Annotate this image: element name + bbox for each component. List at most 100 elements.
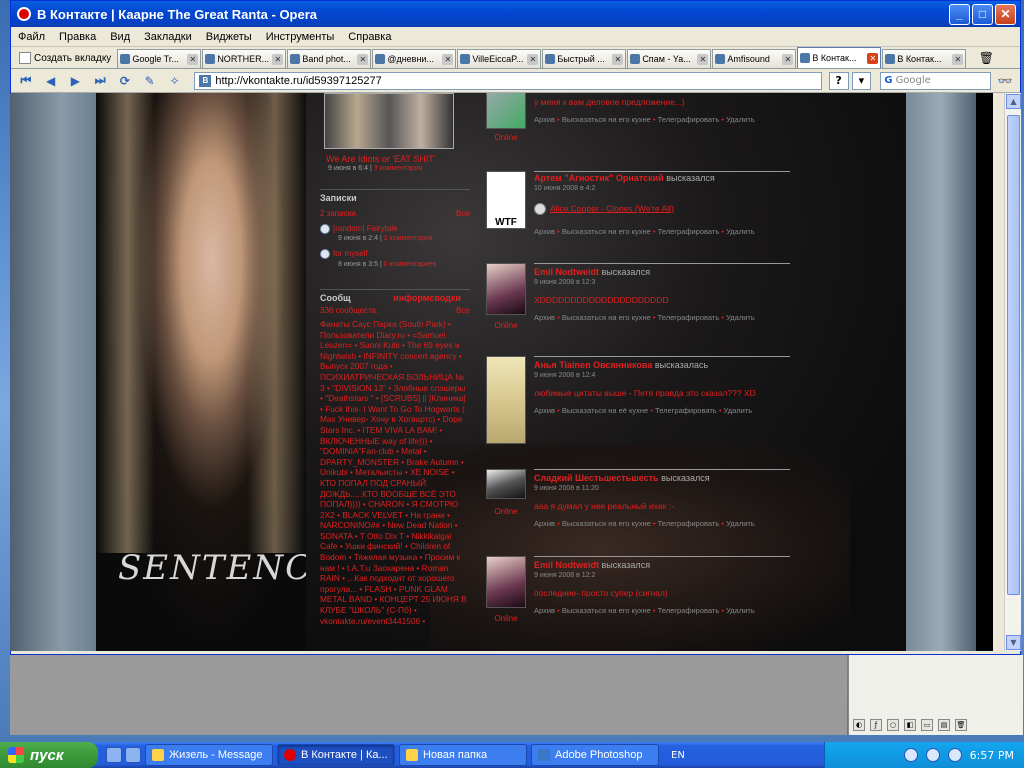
panel-icon[interactable]: ○ <box>887 719 899 731</box>
maximize-button[interactable]: □ <box>972 3 993 25</box>
close-tab-icon[interactable]: ✕ <box>782 53 794 65</box>
menu-widgets[interactable]: Виджеты <box>199 31 259 43</box>
close-tab-icon[interactable]: ✕ <box>527 53 539 65</box>
tab-favicon <box>715 54 726 64</box>
entry-author[interactable]: Emil Nodtweidt высказался <box>534 267 650 277</box>
tab-label: Amfisound <box>727 54 770 64</box>
entry-author[interactable]: Артем "Агностик" Орнатский высказался <box>534 173 715 183</box>
communities-count: 336 сообществ. <box>320 306 379 315</box>
note-item[interactable]: for myself <box>320 249 368 259</box>
taskbar-item[interactable]: Adobe Photoshop <box>531 744 659 766</box>
new-tab-button[interactable]: Создать вкладку <box>13 48 117 68</box>
communities-all-link[interactable]: Все <box>456 306 470 315</box>
tab[interactable]: Быстрый ... ✕ <box>542 49 627 68</box>
vertical-scrollbar[interactable]: ▲ ▼ <box>1004 93 1021 651</box>
note-title[interactable]: for myself <box>333 249 368 258</box>
online-status: Online <box>494 321 518 330</box>
photo-comments-link[interactable]: 3 комментария <box>374 165 423 172</box>
notes-all-link[interactable]: Все <box>456 209 470 218</box>
close-tab-icon[interactable]: ✕ <box>442 53 454 65</box>
note-item[interactable]: [random] Fairytale <box>320 224 397 234</box>
photo-caption[interactable]: We Are Idiots or 'EAT SHIT' <box>326 154 435 164</box>
menu-view[interactable]: Вид <box>103 31 137 43</box>
tray-icon[interactable] <box>903 748 918 762</box>
address-field[interactable]: B http://vkontakte.ru/id59397125277 <box>194 71 822 90</box>
panel-icon[interactable]: ƒ <box>870 719 882 731</box>
profile-photo[interactable] <box>324 93 454 149</box>
menu-bookmarks[interactable]: Закладки <box>137 31 199 43</box>
tab[interactable]: Спам - Ya... ✕ <box>627 49 712 68</box>
menu-help[interactable]: Справка <box>341 31 398 43</box>
avatar-wtf[interactable]: WTF <box>486 171 526 229</box>
trash-icon[interactable]: 🗑 <box>955 719 967 731</box>
scrollbar-thumb[interactable] <box>1007 115 1020 595</box>
close-tab-icon[interactable]: ✕ <box>187 53 199 65</box>
tab[interactable]: Band phot... ✕ <box>287 49 372 68</box>
taskbar-item-active[interactable]: В Контакте | Ка... <box>277 744 395 766</box>
tray-icon[interactable] <box>947 748 962 762</box>
back-icon[interactable]: ◀ <box>40 71 62 91</box>
communities-title[interactable]: информсводки <box>393 293 461 303</box>
entry-divider <box>534 356 790 357</box>
entry-date: 10 июня 2008 в 4:2 <box>534 185 596 192</box>
entry-author[interactable]: Сладкий Шестьшестьшесть высказался <box>534 473 710 483</box>
close-tab-icon[interactable]: ✕ <box>952 53 964 65</box>
avatar[interactable] <box>486 263 526 315</box>
tab-favicon <box>800 53 811 63</box>
panel-icon[interactable]: ▭ <box>921 719 933 731</box>
scroll-up-icon[interactable]: ▲ <box>1006 94 1021 109</box>
close-button[interactable]: ✕ <box>995 3 1016 25</box>
tab[interactable]: Amfisound ✕ <box>712 49 797 68</box>
panel-icon[interactable]: ◧ <box>904 719 916 731</box>
help-icon[interactable]: ? <box>828 71 849 90</box>
menu-file[interactable]: Файл <box>11 31 52 43</box>
start-button[interactable]: пуск <box>0 742 98 768</box>
tab[interactable]: @дневни... ✕ <box>372 49 457 68</box>
trash-icon[interactable]: 🗑 <box>971 48 1001 68</box>
note-title[interactable]: [random] Fairytale <box>333 224 397 233</box>
taskbar-item[interactable]: Жизель - Message <box>145 744 273 766</box>
note-icon <box>320 249 330 259</box>
edit-icon[interactable]: ✎ <box>139 71 161 91</box>
menu-edit[interactable]: Правка <box>52 31 103 43</box>
panel-icon[interactable]: ◐ <box>853 719 865 731</box>
quick-launch-icon[interactable] <box>125 747 141 763</box>
menu-tools[interactable]: Инструменты <box>259 31 342 43</box>
scroll-down-icon[interactable]: ▼ <box>1006 635 1021 650</box>
tab[interactable]: VilleEiccaP... ✕ <box>457 49 542 68</box>
close-tab-icon[interactable]: ✕ <box>612 53 624 65</box>
close-tab-icon[interactable]: ✕ <box>697 53 709 65</box>
entry-music[interactable]: Alice Cooper - Clones (We're All) <box>534 203 674 215</box>
tray-icon[interactable] <box>925 748 940 762</box>
clock: 6:57 PM <box>969 748 1014 762</box>
tab[interactable]: Google Tr... ✕ <box>117 49 202 68</box>
tab-active[interactable]: В Контак... ✕ <box>797 47 882 68</box>
language-indicator[interactable]: EN <box>671 750 685 761</box>
close-tab-icon[interactable]: ✕ <box>867 52 879 64</box>
quick-launch-icon[interactable] <box>106 747 122 763</box>
background-right <box>906 93 976 651</box>
avatar[interactable] <box>486 556 526 608</box>
taskbar-item[interactable]: Новая папка <box>399 744 527 766</box>
entry-divider <box>534 263 790 264</box>
forward-icon[interactable]: ▶ <box>65 71 87 91</box>
reload-icon[interactable]: ⟳ <box>114 71 136 91</box>
close-tab-icon[interactable]: ✕ <box>357 53 369 65</box>
dropdown-icon[interactable]: ▾ <box>851 71 872 90</box>
tab[interactable]: В Контак... ✕ <box>882 49 967 68</box>
tab[interactable]: NORTHER... ✕ <box>202 49 287 68</box>
communities-list[interactable]: Фанаты Саус Парка (South Park) • Пользов… <box>320 319 470 626</box>
wand-icon[interactable]: ✧ <box>164 71 186 91</box>
zoom-icon[interactable]: 👓 <box>994 71 1016 91</box>
avatar[interactable] <box>486 356 526 444</box>
entry-author[interactable]: Анья Tiainen Овсянникова высказалась <box>534 360 708 370</box>
entry-author[interactable]: Emil Nodtweidt высказался <box>534 560 650 570</box>
panel-icon[interactable]: ▤ <box>938 719 950 731</box>
minimize-button[interactable]: _ <box>949 3 970 25</box>
close-tab-icon[interactable]: ✕ <box>272 53 284 65</box>
search-field[interactable]: G Google <box>880 71 992 90</box>
avatar[interactable] <box>486 93 526 129</box>
rewind-icon[interactable]: ⏮ <box>15 71 37 91</box>
fast-forward-icon[interactable]: ⏭ <box>89 71 111 91</box>
avatar[interactable] <box>486 469 526 499</box>
